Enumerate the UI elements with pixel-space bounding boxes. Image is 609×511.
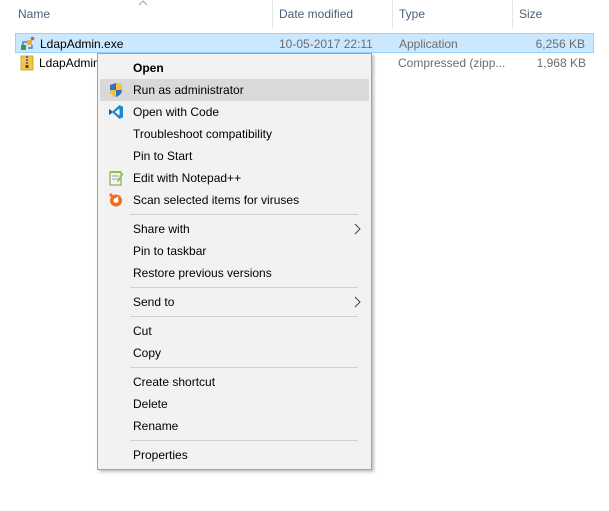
menu-separator [130, 214, 358, 215]
column-divider[interactable] [392, 0, 393, 28]
menu-item-edit-with-notepad-plus-plus[interactable]: Edit with Notepad++ [100, 167, 369, 189]
menu-item-rename[interactable]: Rename [100, 415, 369, 437]
column-header-name[interactable]: Name [18, 0, 50, 28]
menu-item-label: Create shortcut [133, 375, 216, 389]
menu-separator [130, 287, 358, 288]
menu-separator [130, 367, 358, 368]
column-divider[interactable] [272, 0, 273, 28]
menu-item-label: Scan selected items for viruses [133, 193, 300, 207]
column-divider[interactable] [512, 0, 513, 28]
menu-item-label: Pin to Start [133, 149, 193, 163]
vscode-icon [109, 105, 123, 119]
file-date-modified: 10-05-2017 22:11 [279, 37, 373, 51]
uac-shield-icon [110, 83, 122, 97]
menu-item-label: Properties [133, 448, 188, 462]
menu-item-run-as-administrator[interactable]: Run as administrator [100, 79, 369, 101]
sort-ascending-icon [138, 0, 148, 6]
file-type: Compressed (zipp... [398, 56, 506, 70]
file-size: 6,256 KB [535, 37, 585, 51]
menu-item-troubleshoot-compatibility[interactable]: Troubleshoot compatibility [100, 123, 369, 145]
menu-item-copy[interactable]: Copy [100, 342, 369, 364]
submenu-arrow-icon [354, 223, 361, 235]
menu-item-label: Open [133, 61, 164, 75]
menu-item-label: Pin to taskbar [133, 244, 207, 258]
menu-item-label: Restore previous versions [133, 266, 272, 280]
submenu-arrow-icon [354, 296, 361, 308]
file-size: 1,968 KB [536, 56, 586, 70]
menu-item-scan-for-viruses[interactable]: Scan selected items for viruses [100, 189, 369, 211]
menu-item-properties[interactable]: Properties [100, 444, 369, 466]
context-menu: Open Run as administrator Open with Code… [97, 53, 372, 470]
menu-item-label: Cut [133, 324, 152, 338]
file-name: LdapAdmin.exe [40, 37, 124, 51]
avast-icon [109, 193, 122, 207]
menu-item-label: Share with [133, 222, 190, 236]
menu-separator [130, 440, 358, 441]
menu-item-pin-to-start[interactable]: Pin to Start [100, 145, 369, 167]
menu-item-label: Copy [133, 346, 162, 360]
menu-item-cut[interactable]: Cut [100, 320, 369, 342]
menu-item-send-to[interactable]: Send to [100, 291, 369, 313]
menu-item-label: Send to [133, 295, 175, 309]
menu-item-label: Open with Code [133, 105, 220, 119]
zip-folder-icon [20, 55, 34, 71]
column-header-type[interactable]: Type [399, 0, 425, 28]
menu-item-create-shortcut[interactable]: Create shortcut [100, 371, 369, 393]
file-row-ldapadmin-exe[interactable]: LdapAdmin.exe 10-05-2017 22:11 Applicati… [15, 33, 594, 53]
file-name: LdapAdmin [39, 56, 100, 70]
menu-item-open[interactable]: Open [100, 57, 369, 79]
menu-item-pin-to-taskbar[interactable]: Pin to taskbar [100, 240, 369, 262]
menu-item-open-with-code[interactable]: Open with Code [100, 101, 369, 123]
menu-item-label: Troubleshoot compatibility [133, 127, 272, 141]
column-header-date-modified[interactable]: Date modified [279, 0, 353, 28]
menu-item-restore-previous-versions[interactable]: Restore previous versions [100, 262, 369, 284]
menu-item-label: Rename [133, 419, 179, 433]
file-type: Application [399, 37, 458, 51]
menu-item-label: Run as administrator [133, 83, 244, 97]
menu-item-delete[interactable]: Delete [100, 393, 369, 415]
column-header: Name Date modified Type Size [0, 0, 609, 28]
menu-item-share-with[interactable]: Share with [100, 218, 369, 240]
application-icon [21, 36, 35, 50]
menu-item-label: Delete [133, 397, 168, 411]
menu-separator [130, 316, 358, 317]
column-header-size[interactable]: Size [519, 0, 542, 28]
menu-item-label: Edit with Notepad++ [133, 171, 242, 185]
notepad-plus-plus-icon [109, 171, 124, 186]
